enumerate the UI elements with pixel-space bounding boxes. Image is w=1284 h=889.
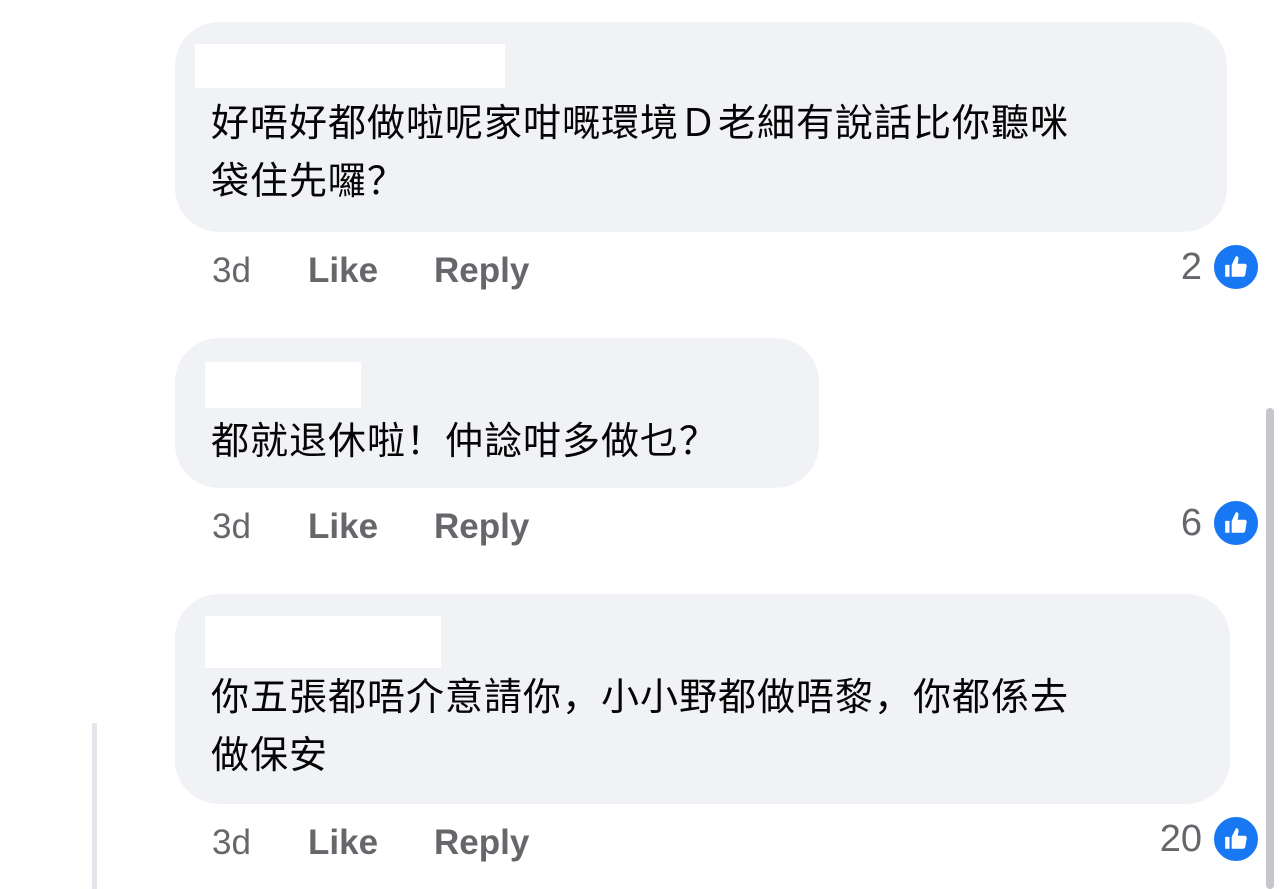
comment-actions: 3d Like Reply	[212, 507, 529, 547]
reaction-count: 2	[1180, 245, 1202, 288]
comment-bubble: 都就退休啦！仲諗咁多做乜？	[175, 338, 819, 488]
reaction-count: 20	[1159, 817, 1202, 860]
author-name-redacted[interactable]	[195, 44, 505, 88]
comment-text: 好唔好都做啦呢家咁嘅環境Ｄ老細有說話比你聽咪 袋住先囉？	[211, 101, 1070, 203]
like-button[interactable]: Like	[308, 823, 434, 863]
comment-text: 你五張都唔介意請你，小小野都做唔黎，你都係去 做保安	[211, 675, 1070, 777]
reaction-summary[interactable]: 20	[1160, 813, 1260, 865]
like-icon	[1212, 499, 1260, 547]
reaction-count: 6	[1180, 501, 1202, 544]
comments-thread: 好唔好都做啦呢家咁嘅環境Ｄ老細有說話比你聽咪 袋住先囉？ 3d Like Rep…	[0, 0, 1284, 889]
comment-timestamp[interactable]: 3d	[212, 251, 308, 291]
comment-bubble: 你五張都唔介意請你，小小野都做唔黎，你都係去 做保安	[175, 594, 1230, 804]
comment-timestamp[interactable]: 3d	[212, 823, 308, 863]
comment-actions: 3d Like Reply	[212, 823, 529, 863]
comment-text: 都就退休啦！仲諗咁多做乜？	[211, 419, 719, 463]
reaction-summary[interactable]: 2	[1181, 241, 1260, 293]
like-button[interactable]: Like	[308, 507, 434, 547]
reply-thread-line	[92, 723, 97, 889]
author-name-redacted[interactable]	[205, 362, 361, 408]
reply-button[interactable]: Reply	[434, 823, 529, 863]
reply-button[interactable]: Reply	[434, 507, 529, 547]
like-icon	[1212, 243, 1260, 291]
reaction-summary[interactable]: 6	[1181, 497, 1260, 549]
like-icon	[1212, 815, 1260, 863]
like-button[interactable]: Like	[308, 251, 434, 291]
scrollbar[interactable]	[1266, 408, 1274, 889]
author-name-redacted[interactable]	[205, 616, 441, 668]
comment-actions: 3d Like Reply	[212, 251, 529, 291]
comment-bubble: 好唔好都做啦呢家咁嘅環境Ｄ老細有說話比你聽咪 袋住先囉？	[175, 22, 1227, 232]
reply-button[interactable]: Reply	[434, 251, 529, 291]
comment-timestamp[interactable]: 3d	[212, 507, 308, 547]
